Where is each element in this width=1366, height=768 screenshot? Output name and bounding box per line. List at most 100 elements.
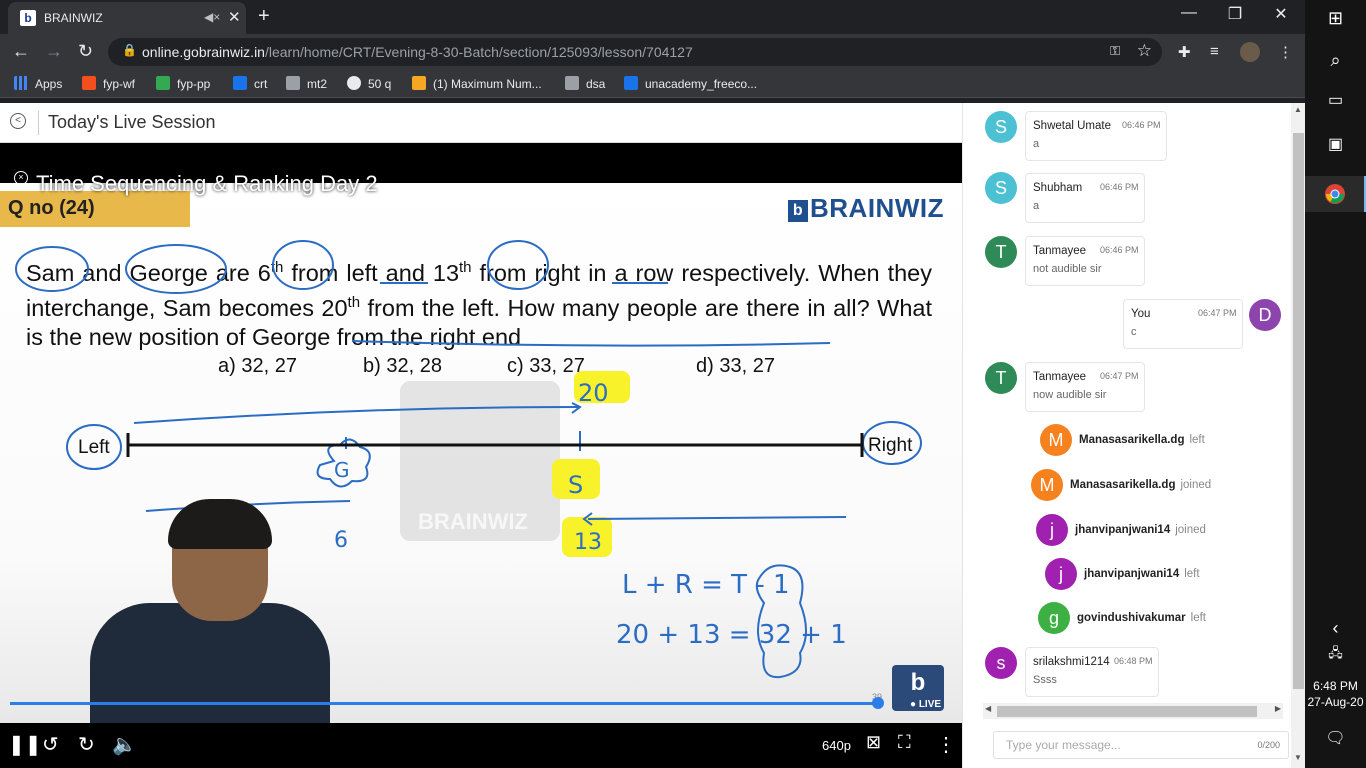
chrome-taskbar-icon[interactable] (1305, 176, 1366, 212)
browser-toolbar: ← → ↻ 🔒 online.gobrainwiz.in/learn/home/… (0, 34, 1305, 70)
chat-text: c (1131, 326, 1137, 338)
search-icon[interactable]: ⌕ (1305, 50, 1366, 71)
lock-icon[interactable]: 🔒 (122, 43, 137, 57)
bookmark-item[interactable]: unacademy_freeco... (624, 76, 757, 91)
fullscreen-icon[interactable]: ⛶ (898, 732, 911, 753)
apps-grid-icon (14, 76, 28, 90)
header-divider (38, 111, 39, 135)
chat-message-box[interactable]: 0/200 (993, 731, 1289, 759)
chat-input[interactable] (1006, 738, 1246, 752)
chat-sender: Tanmayee (1033, 245, 1087, 257)
event-avatar: j (1036, 514, 1068, 546)
more-options-icon[interactable]: ⋮ (936, 732, 956, 757)
captions-off-icon[interactable]: ⊠ (866, 732, 881, 753)
back-circle-icon[interactable]: < (10, 113, 26, 129)
scroll-thumb[interactable] (997, 706, 1257, 717)
chat-vertical-scrollbar[interactable]: ▲ ▼ (1291, 103, 1306, 768)
chat-time: 06:46 PM (1122, 120, 1161, 130)
chat-horizontal-scrollbar[interactable]: ◀ ▶ (983, 703, 1283, 719)
right-label: Right (868, 435, 913, 456)
presenter-video (90, 499, 330, 723)
rewind-10-icon[interactable]: ↺ (42, 732, 59, 757)
bookmark-item[interactable]: mt2 (286, 76, 327, 91)
chat-text: now audible sir (1033, 389, 1107, 401)
player-controls: ❚❚ ↺ ↻ 🔈 640p ⊠ ⛶ ⋮ (0, 723, 962, 768)
chat-sender: Shubham (1033, 182, 1083, 194)
taskbar-clock[interactable]: 6:48 PM 27-Aug-20 (1305, 678, 1366, 710)
reload-icon[interactable]: ↻ (78, 41, 93, 62)
bookmark-item[interactable]: crt (233, 76, 267, 91)
tab-strip: b BRAINWIZ ◀× ✕ + — ❐ ✕ (0, 0, 1305, 34)
scroll-left-icon[interactable]: ◀ (985, 704, 991, 713)
chat-sender: Shwetal Umate (1033, 120, 1111, 132)
pd-icon (156, 76, 170, 90)
network-battery-icon[interactable]: 🖧 (1305, 644, 1366, 666)
live-session-header: < Today's Live Session (0, 103, 962, 143)
seek-bar[interactable] (10, 702, 878, 705)
new-tab-button[interactable]: + (258, 5, 270, 28)
profile-avatar[interactable] (1240, 42, 1260, 62)
video-player[interactable]: Q no (24) b BRAINWIZ Sam and George are 6… (0, 143, 962, 768)
annot-g: G (334, 458, 350, 482)
speaker-muted-icon[interactable]: ◀× (204, 10, 220, 24)
arrow-bottom (587, 516, 847, 520)
annot-6: 6 (334, 528, 348, 553)
media-control-icon[interactable]: ≡ (1210, 43, 1219, 60)
event-avatar: g (1038, 602, 1070, 634)
bookmark-star-icon[interactable]: ☆ (1137, 41, 1152, 61)
windows-start-icon[interactable]: ⊞ (1305, 8, 1366, 29)
circle-6th (272, 240, 334, 290)
circle-13th (487, 240, 549, 290)
notification-icon[interactable]: 🗨 (1305, 728, 1366, 748)
chat-event: Manasasarikella.dg joined (1070, 479, 1212, 491)
tab-title: BRAINWIZ (44, 11, 103, 25)
pause-icon[interactable]: ❚❚ (8, 732, 42, 757)
url-text[interactable]: online.gobrainwiz.in/learn/home/CRT/Even… (142, 44, 693, 60)
bookmark-item[interactable]: 50 q (347, 76, 391, 91)
formula-1: L + R = T - 1 (622, 570, 790, 600)
bookmark-item[interactable]: fyp-pp (156, 76, 210, 91)
quality-selector[interactable]: 640p (822, 738, 851, 753)
kebab-menu-icon[interactable]: ⋮ (1278, 43, 1293, 61)
leetcode-icon (412, 76, 426, 90)
task-view-icon[interactable]: ▭ (1305, 90, 1366, 110)
chat-text: Ssss (1033, 674, 1057, 686)
tab-close-icon[interactable]: ✕ (228, 8, 241, 26)
scroll-thumb[interactable] (1293, 133, 1304, 689)
forward-arrow-icon[interactable]: → (45, 41, 63, 62)
restore-icon[interactable]: ❐ (1212, 4, 1258, 24)
forward-10-icon[interactable]: ↻ (78, 732, 95, 757)
scroll-up-icon[interactable]: ▲ (1294, 105, 1302, 114)
chat-messages[interactable]: S Shwetal Umate 06:46 PM a S Shubham 06:… (963, 103, 1291, 703)
arrow-top (133, 406, 579, 424)
bookmark-item[interactable]: Apps (14, 76, 62, 91)
underline-george (351, 340, 831, 347)
chat-avatar: D (1249, 299, 1281, 331)
chat-text: not audible sir (1033, 263, 1102, 275)
minimize-icon[interactable]: — (1166, 4, 1212, 22)
close-window-icon[interactable]: ✕ (1258, 4, 1304, 24)
chat-sender: srilakshmi1214 (1033, 656, 1110, 668)
cc-icon (286, 76, 300, 90)
terminal-icon[interactable]: ▣ (1305, 134, 1366, 154)
scroll-right-icon[interactable]: ▶ (1275, 704, 1281, 713)
chat-panel: S Shwetal Umate 06:46 PM a S Shubham 06:… (962, 103, 1306, 768)
chat-message: Tanmayee 06:47 PM now audible sir (1025, 362, 1145, 412)
scroll-down-icon[interactable]: ▼ (1294, 753, 1302, 762)
key-icon[interactable]: ⚿ (1110, 43, 1120, 59)
chat-sender: Tanmayee (1033, 371, 1087, 383)
chevron-left-icon[interactable]: ‹ (1305, 618, 1366, 639)
seek-handle[interactable] (872, 697, 884, 709)
event-avatar: M (1040, 424, 1072, 456)
back-arrow-icon[interactable]: ← (12, 41, 30, 62)
bookmark-item[interactable]: dsa (565, 76, 605, 91)
bookmark-item[interactable]: fyp-wf (82, 76, 135, 91)
close-title-icon[interactable]: × (14, 171, 28, 185)
address-bar[interactable]: 🔒 online.gobrainwiz.in/learn/home/CRT/Ev… (108, 38, 1162, 66)
browser-tab[interactable]: b BRAINWIZ ◀× ✕ (8, 2, 246, 34)
bookmarks-bar: Apps fyp-wf fyp-pp crt mt2 50 q (1) Maxi… (0, 70, 1305, 98)
volume-icon[interactable]: 🔈 (112, 732, 137, 757)
brainwiz-favicon-icon: b (20, 10, 36, 26)
bookmark-item[interactable]: (1) Maximum Num... (412, 76, 542, 91)
extensions-puzzle-icon[interactable]: ✚ (1178, 43, 1191, 61)
